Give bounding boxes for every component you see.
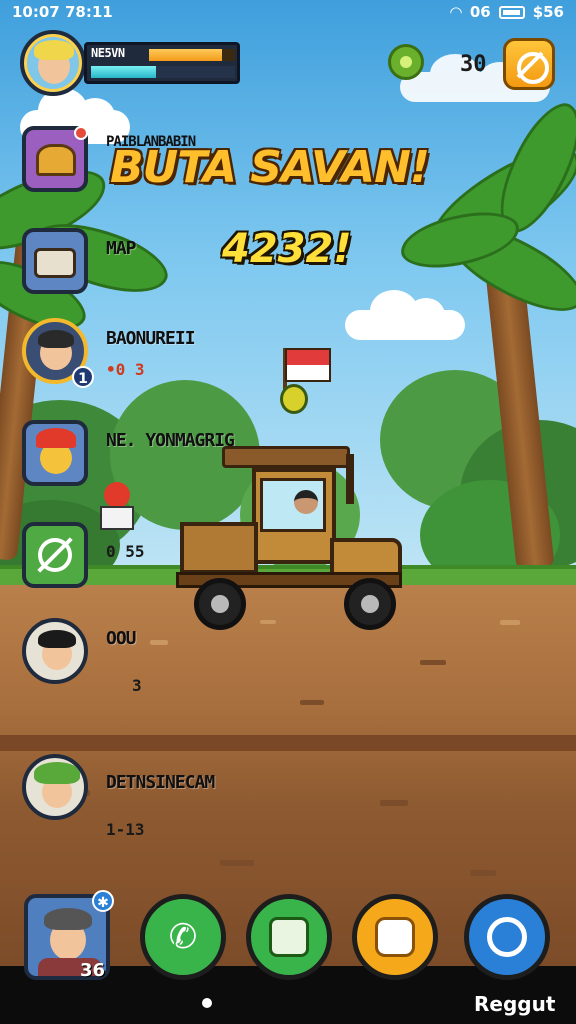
compass-icon <box>487 917 527 957</box>
side-item-label: BAONUREII <box>106 328 196 349</box>
player-stats: NE5VN <box>84 42 240 84</box>
jeep-vehicle[interactable] <box>170 440 405 635</box>
signal-text: 06 <box>469 3 491 21</box>
parrot[interactable] <box>280 384 308 414</box>
side-item-value: •0 3 <box>106 360 145 379</box>
player-name: NE5VN <box>91 46 125 60</box>
phone-button[interactable]: ✆ <box>140 894 226 980</box>
side-item-label: OOU <box>106 628 136 649</box>
flag <box>285 348 331 382</box>
gem-icon <box>388 44 424 80</box>
currency-display: 30 <box>388 42 500 84</box>
chat-icon <box>269 917 309 957</box>
dirt-band <box>0 735 576 751</box>
player-avatar[interactable] <box>20 30 86 96</box>
side-item-value: 1-13 <box>106 820 145 839</box>
friend-avatar-icon <box>22 618 88 684</box>
battery-icon <box>498 5 525 19</box>
cloud <box>345 290 465 340</box>
player-level: 36 <box>80 960 106 981</box>
gear-icon[interactable]: ✱ <box>92 890 114 912</box>
shop-button[interactable] <box>503 38 555 90</box>
status-bar: 10:07 78:11 ◠ 06 $56 <box>0 0 576 26</box>
backpack-icon <box>375 917 415 957</box>
side-item-label: MAP <box>106 238 136 259</box>
compass-button[interactable] <box>464 894 550 980</box>
hero-icon <box>22 420 88 486</box>
score-value: 4232! <box>222 226 352 272</box>
chat-button[interactable] <box>246 894 332 980</box>
title-subtitle: PAIBLANBABIN <box>106 134 196 150</box>
side-item-value: 0 55 <box>106 542 145 561</box>
nav-label[interactable]: Reggut <box>474 992 555 1016</box>
backpack-button[interactable] <box>352 894 438 980</box>
currency-value: 30 <box>460 52 487 77</box>
energy-bar <box>91 66 235 78</box>
level-badge: 1 <box>72 366 94 388</box>
status-right-text: $56 <box>532 3 564 21</box>
wifi-icon: ◠ <box>450 3 462 21</box>
side-item-value: 3 <box>132 676 142 695</box>
tools-icon <box>22 522 88 588</box>
phone-icon: ✆ <box>168 917 198 957</box>
xp-bar <box>149 49 235 61</box>
npc-character[interactable] <box>100 482 134 532</box>
side-item-label: DETNSINECAM <box>106 772 215 793</box>
player2-avatar-icon <box>22 754 88 820</box>
home-indicator[interactable] <box>202 998 212 1008</box>
map-icon <box>22 228 88 294</box>
notification-dot <box>74 126 88 140</box>
clock: 10:07 78:11 <box>12 3 113 21</box>
driver <box>294 490 318 514</box>
